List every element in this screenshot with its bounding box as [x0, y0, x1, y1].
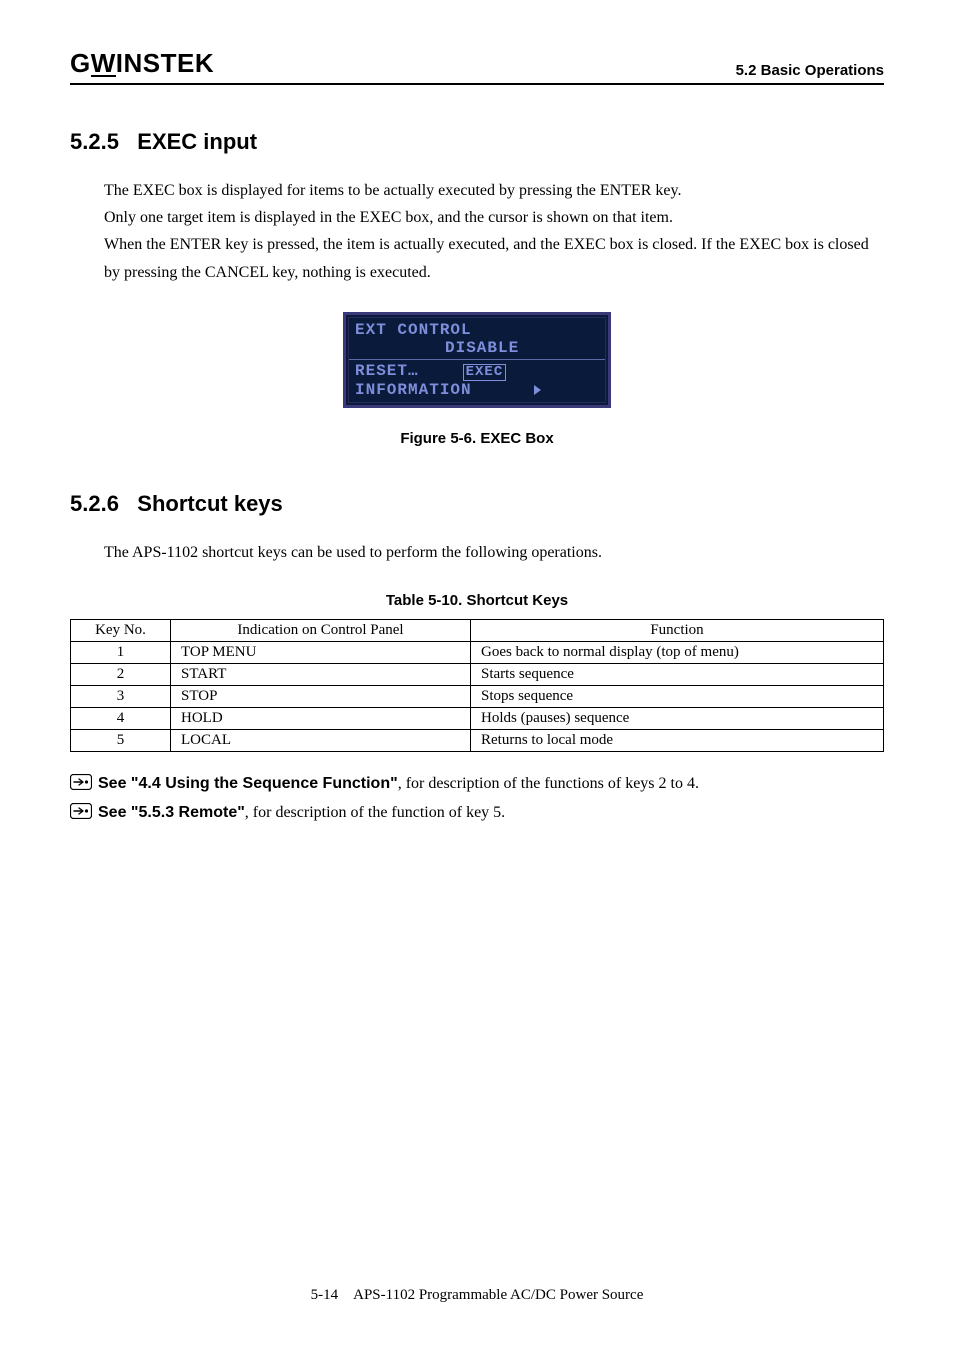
- cell-function: Stops sequence: [471, 685, 884, 707]
- pointer-icon: [70, 803, 92, 819]
- cell-indication: STOP: [171, 685, 471, 707]
- cell-function: Returns to local mode: [471, 729, 884, 751]
- section-526-intro: The APS-1102 shortcut keys can be used t…: [104, 539, 884, 566]
- see-bold: See "5.5.3 Remote": [98, 804, 245, 821]
- section-number: 5.2.5: [70, 129, 119, 154]
- section-525-body: The EXEC box is displayed for items to b…: [104, 177, 884, 286]
- lcd-reset-label: RESET…: [355, 362, 419, 380]
- lcd-exec-box: EXEC: [463, 364, 507, 381]
- cell-keyno: 4: [71, 707, 171, 729]
- lcd-line-1: EXT CONTROL: [355, 321, 599, 339]
- see-ref-2: See "5.5.3 Remote", for description of t…: [70, 799, 884, 826]
- brand-logo: GWINSTEK: [70, 48, 214, 79]
- table-caption: Table 5-10. Shortcut Keys: [70, 592, 884, 609]
- header-section-ref: 5.2 Basic Operations: [736, 62, 884, 79]
- table-row: 2 START Starts sequence: [71, 663, 884, 685]
- pointer-icon: [70, 774, 92, 790]
- lcd-line1-left: EXT CONTROL: [355, 321, 472, 339]
- cell-function: Goes back to normal display (top of menu…: [471, 641, 884, 663]
- figure-caption: Figure 5-6. EXEC Box: [70, 430, 884, 447]
- logo-part-rest: INSTEK: [116, 48, 214, 79]
- lcd-divider: [349, 359, 605, 360]
- page-header: GWINSTEK 5.2 Basic Operations: [70, 48, 884, 85]
- lcd-information-label: INFORMATION: [355, 381, 472, 399]
- table-row: 4 HOLD Holds (pauses) sequence: [71, 707, 884, 729]
- page-number: 5-14: [311, 1287, 339, 1303]
- logo-part-g: G: [70, 48, 91, 79]
- table-row: 5 LOCAL Returns to local mode: [71, 729, 884, 751]
- see-text-2: See "5.5.3 Remote", for description of t…: [98, 799, 505, 826]
- cell-function: Starts sequence: [471, 663, 884, 685]
- lcd-line-1b: DISABLE: [355, 339, 599, 357]
- lcd-screen: EXT CONTROL DISABLE RESET… EXEC INFORMATI…: [348, 317, 606, 403]
- section-number: 5.2.6: [70, 491, 119, 516]
- triangle-right-icon: [534, 385, 541, 395]
- cell-indication: START: [171, 663, 471, 685]
- lcd-line-2: RESET… EXEC: [355, 362, 599, 381]
- see-ref-1: See "4.4 Using the Sequence Function", f…: [70, 770, 884, 797]
- lcd-line-3: INFORMATION: [355, 381, 599, 399]
- table-head-row: Key No. Indication on Control Panel Func…: [71, 619, 884, 641]
- cell-keyno: 3: [71, 685, 171, 707]
- see-bold: See "4.4 Using the Sequence Function": [98, 775, 398, 792]
- lcd-panel: EXT CONTROL DISABLE RESET… EXEC INFORMATI…: [343, 312, 611, 408]
- col-function: Function: [471, 619, 884, 641]
- page-footer: 5-14 APS-1102 Programmable AC/DC Power S…: [0, 1287, 954, 1304]
- doc-title: APS-1102 Programmable AC/DC Power Source: [353, 1287, 643, 1303]
- shortcut-keys-table: Key No. Indication on Control Panel Func…: [70, 619, 884, 752]
- logo-part-u: W: [91, 48, 116, 79]
- col-indication: Indication on Control Panel: [171, 619, 471, 641]
- see-text-1: See "4.4 Using the Sequence Function", f…: [98, 770, 699, 797]
- see-rest: , for description of the function of key…: [245, 804, 505, 821]
- para-2: Only one target item is displayed in the…: [104, 204, 884, 231]
- intro-para: The APS-1102 shortcut keys can be used t…: [104, 539, 884, 566]
- cell-keyno: 2: [71, 663, 171, 685]
- section-526-title: 5.2.6 Shortcut keys: [70, 491, 884, 517]
- figure-exec-box: EXT CONTROL DISABLE RESET… EXEC INFORMATI…: [70, 312, 884, 447]
- table-row: 3 STOP Stops sequence: [71, 685, 884, 707]
- cell-function: Holds (pauses) sequence: [471, 707, 884, 729]
- cell-keyno: 5: [71, 729, 171, 751]
- cell-indication: TOP MENU: [171, 641, 471, 663]
- section-525-title: 5.2.5 EXEC input: [70, 129, 884, 155]
- section-name: Shortcut keys: [137, 491, 283, 516]
- see-rest: , for description of the functions of ke…: [398, 775, 699, 792]
- cell-indication: LOCAL: [171, 729, 471, 751]
- cell-keyno: 1: [71, 641, 171, 663]
- cell-indication: HOLD: [171, 707, 471, 729]
- section-name: EXEC input: [137, 129, 257, 154]
- table-row: 1 TOP MENU Goes back to normal display (…: [71, 641, 884, 663]
- col-keyno: Key No.: [71, 619, 171, 641]
- para-3: When the ENTER key is pressed, the item …: [104, 231, 884, 285]
- para-1: The EXEC box is displayed for items to b…: [104, 177, 884, 204]
